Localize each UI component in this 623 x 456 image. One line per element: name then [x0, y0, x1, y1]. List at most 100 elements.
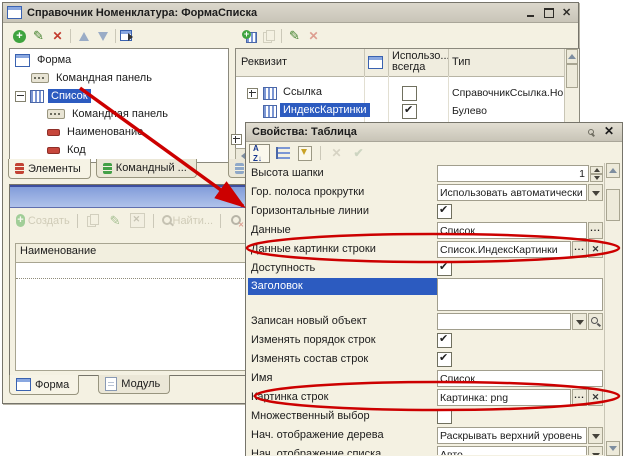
tree-item-spisok[interactable]: Список: [10, 87, 228, 105]
scroll-up-icon[interactable]: [566, 49, 578, 64]
tree-item-naimenovanie[interactable]: Наименование: [10, 123, 228, 141]
dannye-value[interactable]: Список: [437, 222, 587, 239]
vysota-shapki-spin-up-icon[interactable]: [590, 166, 603, 174]
dannye-kartinki-stroki-value[interactable]: Список.ИндексКартинки: [437, 241, 571, 258]
find-button[interactable]: Найти...: [160, 212, 215, 229]
dannye-kartinki-stroki-clear-button[interactable]: [588, 241, 603, 258]
property-value: Использовать автоматически: [437, 184, 603, 201]
nach-otobrazhenie-spiska-dropdown-icon[interactable]: [588, 446, 603, 455]
apply-button[interactable]: [349, 145, 368, 162]
delete-button[interactable]: [128, 212, 147, 229]
zagolovok-value[interactable]: [437, 278, 603, 311]
scrollbar-thumb[interactable]: [566, 64, 578, 88]
gorizontalnye-linii-checkbox[interactable]: [437, 204, 452, 219]
edit-attribute-button[interactable]: [285, 28, 304, 45]
maximize-icon[interactable]: [543, 7, 556, 19]
expander-icon[interactable]: [247, 88, 258, 99]
delete-element-button[interactable]: [48, 28, 67, 45]
prop-row-izmenyat-sostav-strok[interactable]: Изменять состав строк: [248, 350, 604, 369]
attr-row-ssylka[interactable]: СсылкаСправочникСсылка.Ном: [236, 84, 565, 102]
gor-polosa-prokrutki-dropdown-icon[interactable]: [588, 184, 603, 201]
copy-attribute-button[interactable]: [259, 28, 278, 45]
vysota-shapki-value[interactable]: 1: [437, 165, 589, 182]
close-icon[interactable]: [561, 7, 574, 19]
izmenyat-poryadok-strok-checkbox[interactable]: [437, 333, 452, 348]
nach-otobrazhenie-dereva-dropdown-icon[interactable]: [588, 427, 603, 444]
scrollbar-thumb[interactable]: [606, 189, 620, 221]
tree-item-komandnaya-panel[interactable]: Командная панель: [10, 69, 228, 87]
prop-row-gorizontalnye-linii[interactable]: Горизонтальные линии: [248, 202, 604, 221]
use-always-checkbox[interactable]: [402, 86, 417, 101]
add-element-button[interactable]: [10, 28, 29, 45]
prop-row-gor-polosa-prokrutki[interactable]: Гор. полоса прокруткиИспользовать автома…: [248, 183, 604, 202]
properties-titlebar[interactable]: Свойства: Таблица: [246, 123, 622, 142]
discard-button[interactable]: [327, 145, 346, 162]
tab-forma[interactable]: Форма: [9, 375, 79, 395]
prop-row-dostupnost[interactable]: Доступность: [248, 259, 604, 278]
properties-scrollbar[interactable]: [604, 163, 621, 456]
prop-row-zagolovok[interactable]: Заголовок: [248, 278, 604, 312]
move-down-button[interactable]: [93, 28, 112, 45]
empty-list-row: [16, 263, 252, 279]
dostupnost-checkbox[interactable]: [437, 261, 452, 276]
mnozhestvennyj-vybor-checkbox[interactable]: [437, 409, 452, 424]
prop-row-imya[interactable]: ИмяСписок: [248, 369, 604, 388]
zapisan-novyj-obekt-dropdown-icon[interactable]: [572, 313, 587, 330]
tree-item-label: Форма: [34, 53, 74, 67]
use-always-checkbox[interactable]: [402, 104, 417, 119]
categories-button[interactable]: [273, 145, 292, 162]
add-attribute-button[interactable]: [240, 28, 259, 45]
prop-row-kartinka-strok[interactable]: Картинка строкКартинка: png: [248, 388, 604, 407]
move-up-button[interactable]: [74, 28, 93, 45]
edit-element-button[interactable]: [29, 28, 48, 45]
tree-item-forma[interactable]: Форма: [10, 51, 228, 69]
prop-row-zapisan-novyj-obekt[interactable]: Записан новый объект: [248, 312, 604, 331]
zapisan-novyj-obekt-select-button[interactable]: [588, 313, 603, 330]
partial-expander-icon[interactable]: [231, 134, 242, 145]
prop-row-mnozhestvennyj-vybor[interactable]: Множественный выбор: [248, 407, 604, 426]
dannye-ellipsis-button[interactable]: [588, 222, 603, 239]
zapisan-novyj-obekt-value[interactable]: [437, 313, 571, 330]
pin-icon[interactable]: [588, 129, 595, 136]
nach-otobrazhenie-dereva-value[interactable]: Раскрывать верхний уровень: [437, 427, 587, 444]
prop-row-nach-otobrazhenie-spiska[interactable]: Нач. отображение спискаАвто: [248, 445, 604, 455]
delete-attribute-button[interactable]: [304, 28, 323, 45]
property-label: Данные: [248, 222, 437, 239]
copy-button[interactable]: [84, 212, 103, 229]
kartinka-strok-value[interactable]: Картинка: png: [437, 389, 571, 406]
expander-icon[interactable]: [15, 91, 26, 102]
tree-item-spisok-komandnaya-panel[interactable]: Командная панель: [10, 105, 228, 123]
dannye-kartinki-stroki-ellipsis-button[interactable]: [572, 241, 587, 258]
close-icon[interactable]: [602, 126, 616, 139]
attr-row-indekskartinki[interactable]: ИндексКартинкиБулево: [236, 102, 565, 120]
scroll-up-icon[interactable]: [606, 163, 620, 178]
tab-label: Элементы: [28, 163, 81, 175]
kartinka-strok-ellipsis-button[interactable]: [572, 389, 587, 406]
prop-row-vysota-shapki[interactable]: Высота шапки1: [248, 164, 604, 183]
window-titlebar[interactable]: Справочник Номенклатура: ФормаСписка: [3, 3, 578, 23]
nach-otobrazhenie-spiska-value[interactable]: Авто: [437, 446, 587, 455]
tab-modul[interactable]: Модуль: [98, 375, 170, 394]
tab-komandnyj[interactable]: Командный ...: [96, 159, 197, 178]
gor-polosa-prokrutki-value[interactable]: Использовать автоматически: [437, 184, 587, 201]
imya-value[interactable]: Список: [437, 370, 603, 387]
prop-row-izmenyat-poryadok-strok[interactable]: Изменять порядок строк: [248, 331, 604, 350]
form-layout-button[interactable]: [119, 28, 138, 45]
tree-item-kod[interactable]: Код: [10, 141, 228, 159]
izmenyat-sostav-strok-checkbox[interactable]: [437, 352, 452, 367]
scroll-down-icon[interactable]: [606, 441, 620, 456]
tab-elementy[interactable]: Элементы: [8, 159, 91, 179]
create-button[interactable]: Создать: [15, 212, 71, 229]
filter-clear-button[interactable]: [227, 212, 246, 229]
prop-row-nach-otobrazhenie-dereva[interactable]: Нач. отображение дереваРаскрывать верхни…: [248, 426, 604, 445]
edit-button[interactable]: [106, 212, 125, 229]
vysota-shapki-spin-down-icon[interactable]: [590, 174, 603, 182]
sort-az-button[interactable]: [249, 144, 270, 163]
prop-row-dannye[interactable]: ДанныеСписок: [248, 221, 604, 240]
cmdbar-icon: [31, 73, 49, 83]
kartinka-strok-clear-button[interactable]: [588, 389, 603, 406]
form-preview-list[interactable]: Наименование: [15, 243, 252, 371]
minimize-icon[interactable]: [525, 7, 538, 19]
filter-button[interactable]: [295, 145, 314, 162]
prop-row-dannye-kartinki-stroki[interactable]: Данные картинки строкиСписок.ИндексКарти…: [248, 240, 604, 259]
